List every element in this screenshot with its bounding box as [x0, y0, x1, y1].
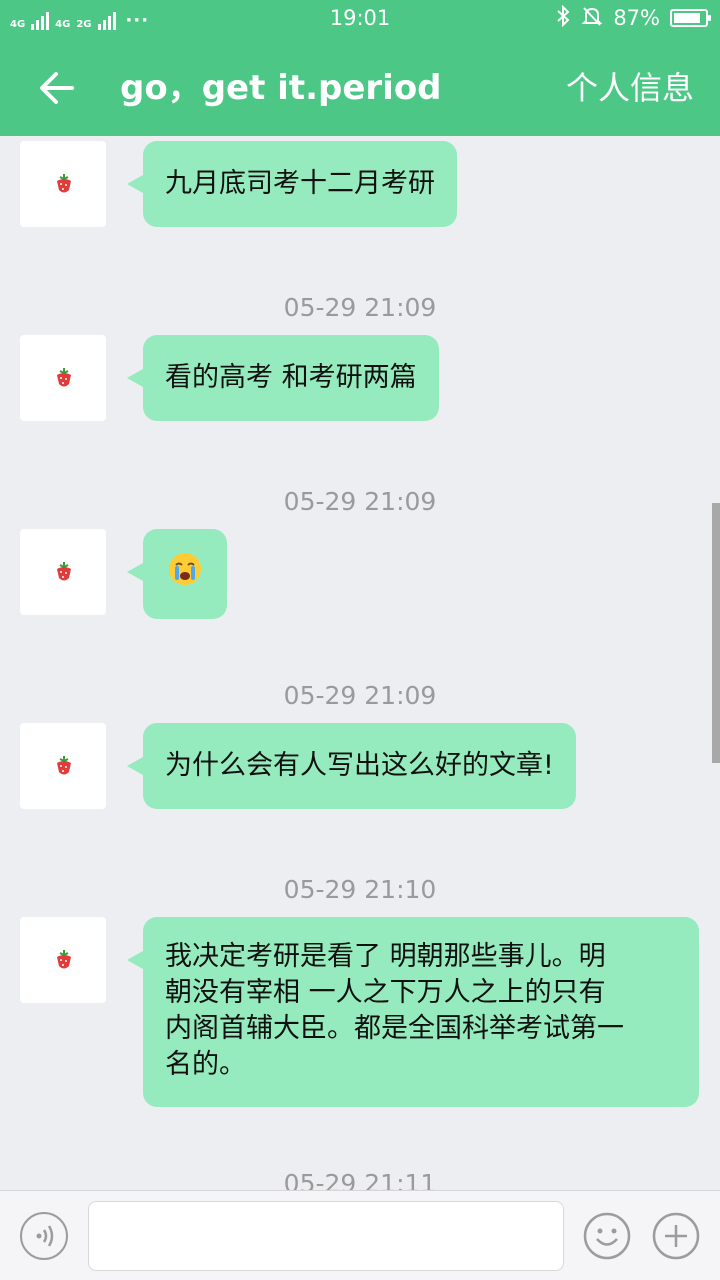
message-bubble[interactable]: 九月底司考十二月考研	[127, 141, 457, 227]
bluetooth-icon	[555, 4, 571, 32]
voice-button[interactable]	[20, 1212, 68, 1260]
battery-percent: 87%	[613, 6, 660, 30]
message-bubble[interactable]: 看的高考 和考研两篇	[127, 335, 439, 421]
avatar[interactable]	[20, 917, 106, 1003]
message-bubble-emoji[interactable]	[127, 529, 227, 619]
message-timestamp: 05-29 21:09	[283, 293, 437, 322]
profile-button[interactable]: 个人信息	[566, 66, 694, 110]
message-input[interactable]	[88, 1201, 564, 1271]
message-timestamp: 05-29 21:11	[283, 1169, 437, 1190]
plus-icon	[652, 1212, 700, 1260]
message-line: 朝没有宰相 一人之下万人之上的只有	[165, 977, 606, 1008]
message-bubble[interactable]: 为什么会有人写出这么好的文章!	[127, 723, 576, 809]
chat-title: go，get it.period	[120, 68, 442, 108]
avatar[interactable]	[20, 335, 106, 421]
strawberry-icon	[57, 174, 71, 193]
avatar[interactable]	[20, 723, 106, 809]
battery-icon	[670, 9, 711, 27]
message-timestamp: 05-29 21:10	[283, 875, 437, 904]
app-bar: go，get it.period 个人信息	[0, 38, 720, 136]
scrollbar[interactable]	[712, 503, 720, 763]
arrow-left-icon	[40, 72, 74, 104]
message-timestamp: 05-29 21:09	[283, 681, 437, 710]
chat-area[interactable]: 九月底司考十二月考研 05-29 21:09 看的高考 和考研两篇 05-29 …	[0, 136, 720, 1190]
voice-icon	[36, 1225, 54, 1247]
strawberry-icon	[57, 368, 71, 387]
battery-fill	[674, 13, 701, 23]
message-bubble-long[interactable]: 我决定考研是看了 明朝那些事儿。明 朝没有宰相 一人之下万人之上的只有 内阁首辅…	[127, 917, 699, 1107]
message-line: 内阁首辅大臣。都是全国科举考试第一	[165, 1013, 624, 1044]
smiley-icon	[583, 1212, 631, 1260]
strawberry-icon	[57, 562, 71, 581]
strawberry-icon	[57, 756, 71, 775]
emoji-button[interactable]	[583, 1212, 631, 1260]
avatar[interactable]	[20, 141, 106, 227]
add-button[interactable]	[652, 1212, 700, 1260]
crying-face-emoji	[169, 553, 201, 585]
message-line: 名的。	[165, 1049, 246, 1080]
back-button[interactable]	[34, 66, 78, 110]
status-bar: 4G 4G 2G ··· 19:01 87%	[0, 0, 720, 38]
strawberry-icon	[57, 950, 71, 969]
bell-off-icon	[581, 5, 603, 32]
message-line: 我决定考研是看了 明朝那些事儿。明	[165, 941, 606, 972]
input-bar	[0, 1190, 720, 1280]
avatar[interactable]	[20, 529, 106, 615]
message-timestamp: 05-29 21:09	[283, 487, 437, 516]
status-right: 87%	[555, 4, 711, 32]
